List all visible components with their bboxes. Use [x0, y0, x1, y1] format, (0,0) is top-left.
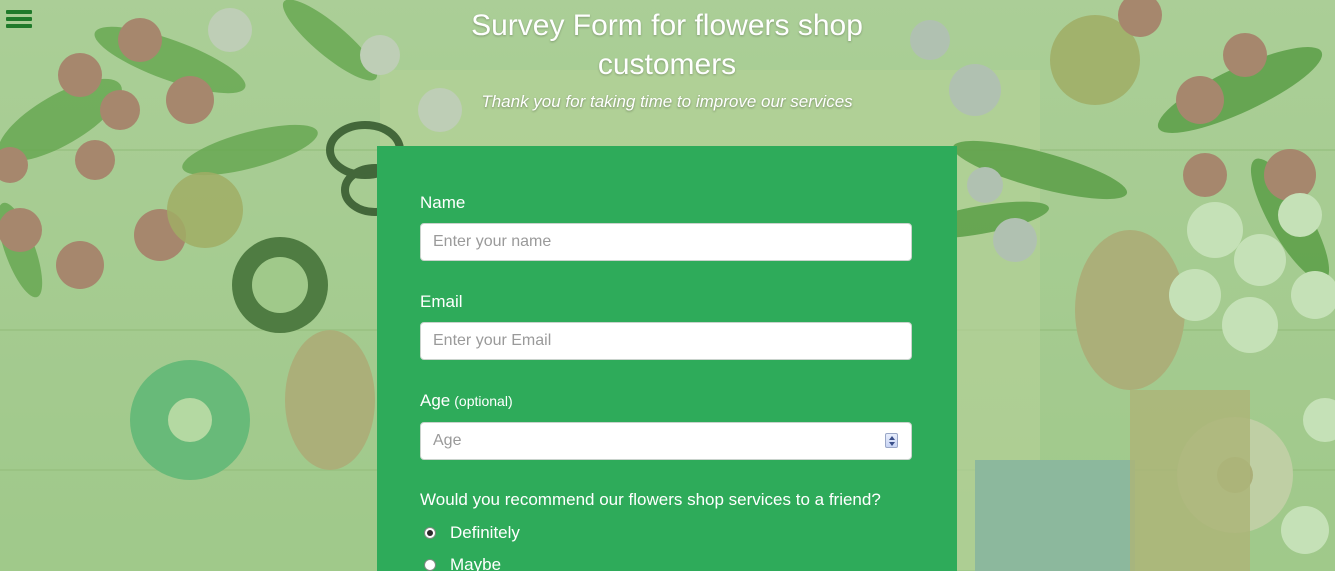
menu-bar-top [6, 10, 32, 14]
menu-bar-middle [6, 17, 32, 21]
age-optional-note: (optional) [454, 393, 513, 409]
spinner-up-icon [889, 436, 895, 440]
radio-label-definitely: Definitely [450, 523, 520, 542]
recommend-question: Would you recommend our flowers shop ser… [420, 490, 881, 509]
radio-label-maybe: Maybe [450, 555, 502, 571]
hamburger-menu-icon[interactable] [4, 7, 34, 37]
radio-option-definitely[interactable]: Definitely [424, 522, 520, 544]
menu-bar-bottom [6, 24, 32, 28]
radio-option-maybe[interactable]: Maybe [424, 554, 501, 571]
age-label: Age (optional) [420, 391, 513, 411]
email-label: Email [420, 292, 463, 312]
age-label-text: Age [420, 391, 451, 410]
survey-page: Survey Form for flowers shop customers T… [0, 0, 1335, 571]
name-input[interactable] [420, 223, 912, 261]
email-label-text: Email [420, 292, 463, 311]
spinner-down-icon [889, 442, 895, 446]
age-spinner-icon[interactable] [885, 433, 898, 448]
age-input[interactable] [420, 422, 912, 460]
name-label-text: Name [420, 193, 466, 212]
page-subtitle: Thank you for taking time to improve our… [481, 92, 853, 111]
survey-form: Name Email Age(optional) Would you recom… [377, 146, 957, 571]
radio-button-maybe[interactable] [424, 559, 436, 571]
name-label: Name [420, 193, 465, 213]
email-input[interactable] [420, 322, 912, 360]
page-title: Survey Form for flowers shop customers [471, 9, 863, 81]
radio-button-definitely[interactable] [424, 527, 436, 539]
